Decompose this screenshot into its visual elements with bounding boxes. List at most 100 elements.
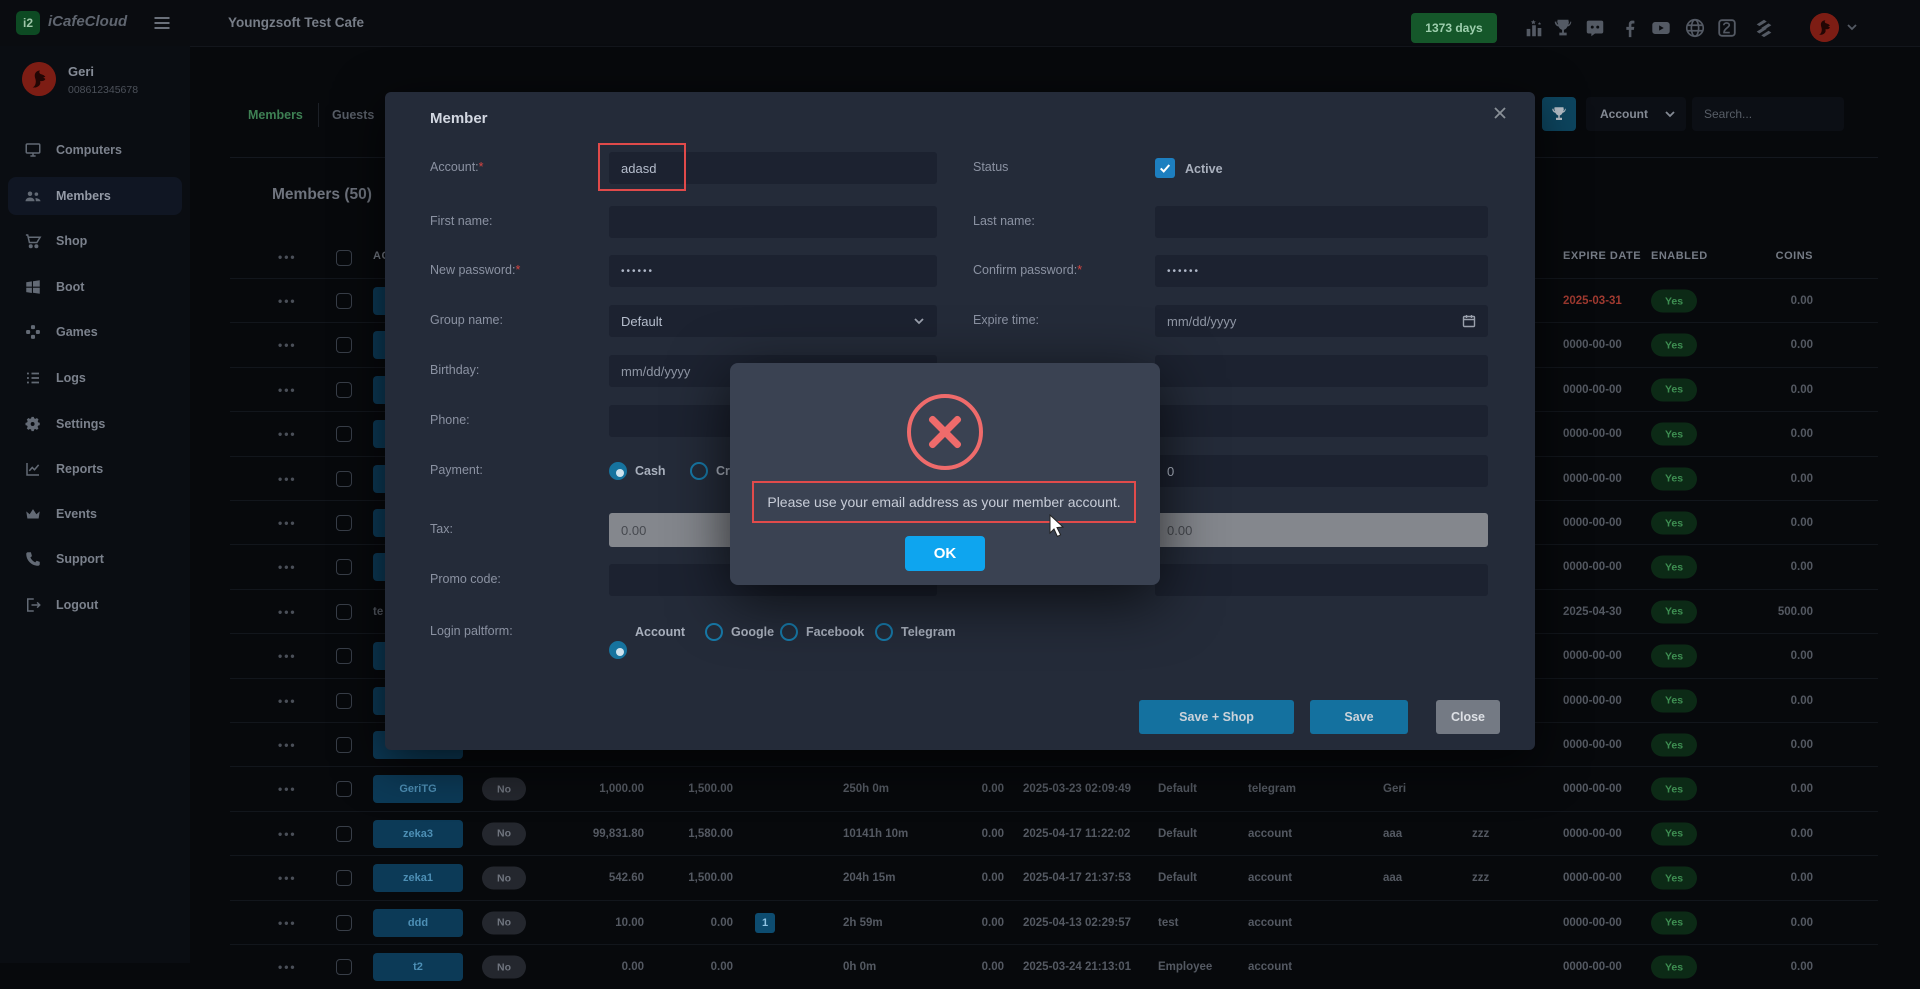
radio-google[interactable] — [705, 623, 723, 641]
subscription-days-button[interactable]: 1373 days — [1411, 13, 1497, 43]
alert-message: Please use your email address as your me… — [752, 481, 1136, 523]
first-name-cell: aaa — [1383, 828, 1402, 840]
swap-icon[interactable] — [1753, 17, 1775, 39]
tab-guests[interactable]: Guests — [332, 100, 374, 130]
account-button[interactable]: ddd — [373, 909, 463, 937]
new-password-input[interactable]: •••••• — [609, 255, 937, 287]
row-actions-button[interactable]: ••• — [278, 960, 297, 974]
row-checkbox[interactable] — [336, 826, 352, 842]
trophy-icon[interactable] — [1552, 17, 1574, 39]
row-actions-button[interactable]: ••• — [278, 649, 297, 663]
row-checkbox[interactable] — [336, 870, 352, 886]
row-actions-button[interactable]: ••• — [278, 605, 297, 619]
time-left-cell: 204h 15m — [843, 872, 895, 884]
radio-account[interactable] — [609, 641, 627, 659]
row-checkbox[interactable] — [336, 915, 352, 931]
confirm-password-input[interactable]: •••••• — [1155, 255, 1488, 287]
points-input[interactable]: 0 — [1155, 455, 1488, 487]
account-button[interactable]: zeka3 — [373, 820, 463, 848]
platform-cell: account — [1248, 872, 1292, 884]
row-actions-button[interactable]: ••• — [278, 694, 297, 708]
sidebar-item-support[interactable]: Support — [8, 540, 182, 578]
row-actions-button[interactable]: ••• — [278, 782, 297, 796]
enabled-pill: Yes — [1651, 378, 1697, 401]
phone-row-right-input[interactable] — [1155, 405, 1488, 437]
last-name-input[interactable] — [1155, 206, 1488, 238]
close-button[interactable]: Close — [1436, 700, 1500, 734]
row-actions-button[interactable]: ••• — [278, 738, 297, 752]
group-name-select[interactable]: Default — [609, 305, 937, 337]
sidebar-item-shop[interactable]: Shop — [8, 222, 182, 260]
close-icon[interactable] — [1493, 106, 1507, 120]
row-checkbox[interactable] — [336, 604, 352, 620]
column-header-expire-date[interactable]: EXPIRE DATE — [1563, 250, 1641, 262]
row-checkbox[interactable] — [336, 559, 352, 575]
sidebar-item-games[interactable]: Games — [8, 313, 182, 351]
row-actions-button[interactable]: ••• — [278, 338, 297, 352]
radio-telegram[interactable] — [875, 623, 893, 641]
account-button[interactable]: zeka1 — [373, 864, 463, 892]
row-checkbox[interactable] — [336, 781, 352, 797]
select-all-checkbox[interactable] — [336, 250, 352, 266]
row-checkbox[interactable] — [336, 648, 352, 664]
radio-credit[interactable] — [690, 462, 708, 480]
radio-cash[interactable] — [609, 462, 627, 480]
account-button[interactable]: GeriTG — [373, 775, 463, 803]
birthday-row-right-input[interactable] — [1155, 355, 1488, 387]
row-checkbox[interactable] — [336, 737, 352, 753]
row-checkbox[interactable] — [336, 382, 352, 398]
search-input[interactable] — [1692, 97, 1844, 131]
trophy-button[interactable] — [1542, 97, 1576, 131]
row-actions-button[interactable]: ••• — [278, 383, 297, 397]
column-header-coins[interactable]: COINS — [1730, 250, 1813, 262]
row-actions-button[interactable]: ••• — [278, 916, 297, 930]
search-field-select[interactable]: Account — [1586, 97, 1686, 131]
row-checkbox[interactable] — [336, 293, 352, 309]
youtube-icon[interactable] — [1650, 17, 1672, 39]
first-name-input[interactable] — [609, 206, 937, 238]
sidebar-item-events[interactable]: Events — [8, 495, 182, 533]
expire-time-input[interactable]: mm/dd/yyyy — [1155, 305, 1488, 337]
row-actions-button[interactable]: ••• — [278, 472, 297, 486]
promo-row-right-input[interactable] — [1155, 564, 1488, 596]
chevron-down-icon[interactable] — [1846, 21, 1858, 33]
row-checkbox[interactable] — [336, 426, 352, 442]
calendar-icon[interactable] — [1462, 314, 1476, 328]
enabled-pill: Yes — [1651, 290, 1697, 313]
sidebar-item-members[interactable]: Members — [8, 177, 182, 215]
row-actions-button[interactable]: ••• — [278, 827, 297, 841]
row-actions-button[interactable]: ••• — [278, 427, 297, 441]
row-checkbox[interactable] — [336, 959, 352, 975]
user-avatar[interactable] — [1810, 13, 1839, 42]
sidebar-item-reports[interactable]: Reports — [8, 450, 182, 488]
discord-icon[interactable] — [1584, 17, 1606, 39]
tab-members[interactable]: Members — [248, 100, 303, 130]
enabled-pill: Yes — [1651, 734, 1697, 757]
row-actions-button[interactable]: ••• — [278, 560, 297, 574]
status-checkbox[interactable] — [1155, 158, 1175, 178]
ok-button[interactable]: OK — [905, 536, 985, 571]
row-actions-button[interactable]: ••• — [278, 294, 297, 308]
stats-icon[interactable] — [1523, 17, 1545, 39]
sidebar-item-boot[interactable]: Boot — [8, 268, 182, 306]
account-button[interactable]: t2 — [373, 953, 463, 981]
row-checkbox[interactable] — [336, 471, 352, 487]
facebook-icon[interactable] — [1619, 17, 1641, 39]
globe-icon[interactable] — [1684, 17, 1706, 39]
row-actions-button[interactable]: ••• — [278, 871, 297, 885]
save-shop-button[interactable]: Save + Shop — [1139, 700, 1294, 734]
sidebar-item-computers[interactable]: Computers — [8, 131, 182, 169]
row-actions-button[interactable]: ••• — [278, 516, 297, 530]
save-button[interactable]: Save — [1310, 700, 1408, 734]
icafecloud-icon[interactable] — [1716, 17, 1738, 39]
hamburger-icon[interactable] — [152, 13, 172, 33]
row-checkbox[interactable] — [336, 337, 352, 353]
radio-facebook[interactable] — [780, 623, 798, 641]
row-checkbox[interactable] — [336, 693, 352, 709]
column-header-enabled[interactable]: ENABLED — [1651, 250, 1708, 262]
sidebar-item-logs[interactable]: Logs — [8, 359, 182, 397]
sidebar-item-logout[interactable]: Logout — [8, 586, 182, 624]
sidebar-item-settings[interactable]: Settings — [8, 405, 182, 443]
sidebar-avatar[interactable] — [22, 62, 56, 96]
row-checkbox[interactable] — [336, 515, 352, 531]
